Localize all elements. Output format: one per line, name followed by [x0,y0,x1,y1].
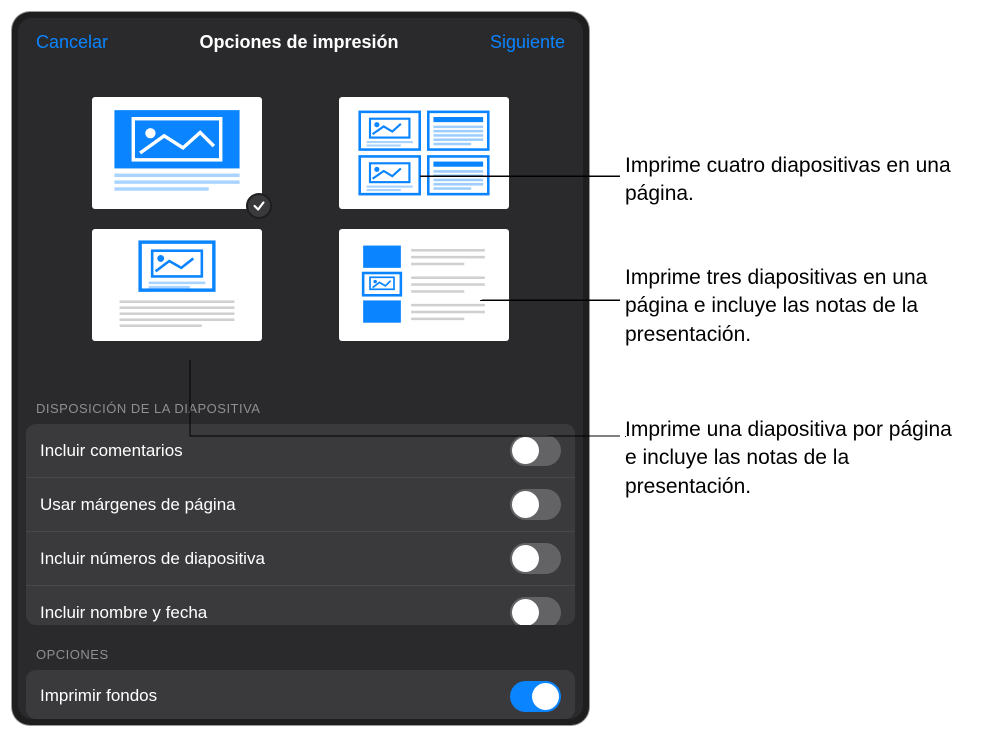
callout-three-notes: Imprime tres diapositivas en una página … [625,264,965,349]
toggle-include-comments[interactable] [510,435,561,466]
label-name-date: Incluir nombre y fecha [40,603,207,623]
layout-thumbnails [18,67,583,361]
label-print-backgrounds: Imprimir fondos [40,686,157,706]
dialog-title: Opciones de impresión [199,32,398,53]
label-page-margins: Usar márgenes de página [40,495,236,515]
layout-single-with-notes[interactable] [92,229,262,341]
callout-line-three-notes [480,300,620,301]
toggle-name-date[interactable] [510,597,561,625]
callout-four-up: Imprime cuatro diapositivas en una págin… [625,152,965,209]
three-notes-icon [347,237,501,333]
row-print-backgrounds: Imprimir fondos [26,670,575,719]
next-button[interactable]: Siguiente [490,32,565,53]
section-header-layout: DISPOSICIÓN DE LA DIAPOSITIVA [18,361,583,424]
layout-single-slide[interactable] [92,97,262,209]
callout-line-four-up [420,176,620,177]
four-slides-icon [347,105,501,201]
single-slide-icon [100,105,254,201]
cancel-button[interactable]: Cancelar [36,32,108,53]
callout-single-notes: Imprime una diapositiva por página e inc… [625,416,965,501]
selected-check-icon [246,193,272,219]
single-notes-icon [100,237,254,333]
row-include-comments: Incluir comentarios [26,424,575,478]
row-slide-numbers: Incluir números de diapositiva [26,532,575,586]
label-slide-numbers: Incluir números de diapositiva [40,549,265,569]
dialog-header: Cancelar Opciones de impresión Siguiente [18,18,583,67]
toggle-page-margins[interactable] [510,489,561,520]
toggle-print-backgrounds[interactable] [510,681,561,712]
print-options-dialog: Cancelar Opciones de impresión Siguiente [12,12,589,725]
row-page-margins: Usar márgenes de página [26,478,575,532]
layout-three-with-notes[interactable] [339,229,509,341]
toggle-slide-numbers[interactable] [510,543,561,574]
options-list: Imprimir fondos [26,670,575,719]
section-header-options: OPCIONES [18,625,583,670]
dialog-inner: Cancelar Opciones de impresión Siguiente [18,18,583,719]
row-name-date: Incluir nombre y fecha [26,586,575,625]
label-include-comments: Incluir comentarios [40,441,183,461]
layout-four-slides[interactable] [339,97,509,209]
layout-options-list: Incluir comentarios Usar márgenes de pág… [26,424,575,625]
